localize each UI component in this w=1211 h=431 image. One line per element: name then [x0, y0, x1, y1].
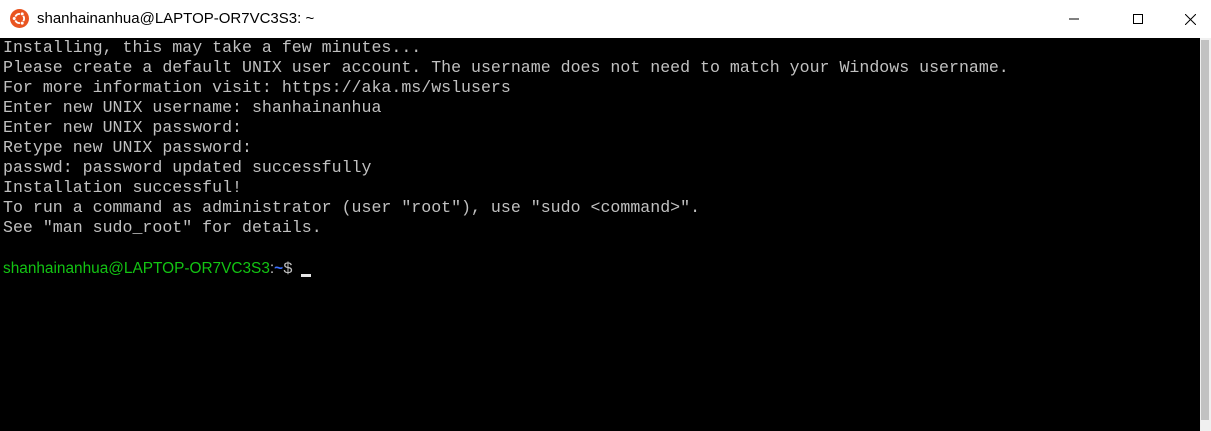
minimize-icon	[1069, 14, 1079, 24]
prompt-user-host: shanhainanhua@LAPTOP-OR7VC3S3	[3, 260, 270, 277]
close-icon	[1185, 13, 1196, 25]
terminal-output[interactable]: Installing, this may take a few minutes.…	[0, 38, 1200, 431]
close-button[interactable]	[1170, 0, 1211, 38]
vertical-scrollbar[interactable]	[1200, 38, 1211, 431]
prompt-path: ~	[274, 260, 284, 277]
title-bar[interactable]: shanhainanhua@LAPTOP-OR7VC3S3: ~	[0, 0, 1211, 38]
output-line: Retype new UNIX password:	[3, 138, 252, 157]
output-line: Enter new UNIX password:	[3, 118, 242, 137]
output-line: Enter new UNIX username: shanhainanhua	[3, 98, 382, 117]
output-line: passwd: password updated successfully	[3, 158, 372, 177]
output-line: Installation successful!	[3, 178, 242, 197]
maximize-icon	[1133, 14, 1143, 24]
output-line: To run a command as administrator (user …	[3, 198, 701, 217]
output-line: For more information visit: https://aka.…	[3, 78, 511, 97]
maximize-button[interactable]	[1106, 0, 1170, 38]
minimize-button[interactable]	[1042, 0, 1106, 38]
terminal-window: shanhainanhua@LAPTOP-OR7VC3S3: ~ Install…	[0, 0, 1211, 431]
prompt-symbol: $	[283, 260, 293, 278]
text-cursor	[300, 273, 311, 277]
ubuntu-icon[interactable]	[10, 9, 29, 28]
output-line: Please create a default UNIX user accoun…	[3, 58, 1009, 77]
shell-prompt[interactable]: shanhainanhua@LAPTOP-OR7VC3S3: ~ $	[3, 259, 311, 279]
scrollbar-thumb[interactable]	[1201, 40, 1209, 420]
output-line: Installing, this may take a few minutes.…	[3, 38, 422, 57]
output-line: See "man sudo_root" for details.	[3, 218, 322, 237]
window-title: shanhainanhua@LAPTOP-OR7VC3S3: ~	[37, 10, 315, 27]
output-lines: Installing, this may take a few minutes.…	[3, 38, 1009, 238]
